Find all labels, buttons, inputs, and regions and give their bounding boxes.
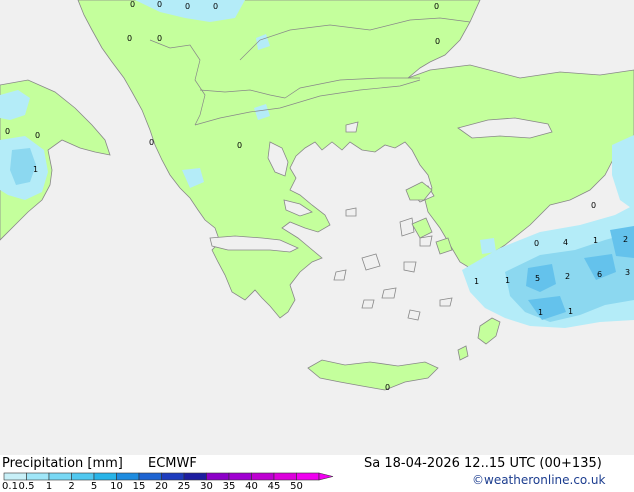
legend-swatch (228, 472, 252, 481)
map-panel: { "product": { "parameter": "Precipitati… (0, 0, 634, 492)
map-value-label: 2 (565, 272, 571, 281)
legend-swatch (93, 472, 117, 481)
legend-tick-label: 0.1 (2, 481, 18, 492)
legend-swatch (26, 472, 50, 481)
map-value-label: 0 (434, 2, 440, 11)
map-value-label: 0 (5, 127, 11, 136)
map-value-label: 0 (591, 201, 597, 210)
map-value-label: 5 (535, 274, 541, 283)
map-value-label: 0 (237, 141, 243, 150)
map-value-label: 0 (130, 0, 136, 9)
map-value-label: 0 (149, 138, 155, 147)
legend-tick-label: 2 (68, 481, 75, 492)
legend-swatch (71, 472, 95, 481)
legend-tick-label: 10 (110, 481, 123, 492)
map-value-label: 0 (435, 37, 441, 46)
legend-tick-label: 30 (200, 481, 213, 492)
legend-tick-label: 35 (222, 481, 236, 492)
legend-swatch (48, 472, 72, 481)
legend-tick-label: 50 (290, 481, 303, 492)
legend-tick-label: 45 (267, 481, 281, 492)
legend-tick-label: 1 (45, 481, 53, 492)
map-value-label: 2 (623, 235, 629, 244)
map-value-label: 1 (538, 308, 544, 317)
map-value-label: 0 (157, 0, 163, 9)
map-value-label: 0 (35, 131, 41, 140)
map-value-label: 0 (534, 239, 540, 248)
map-value-label: 1 (593, 236, 599, 245)
map-value-label: 4 (563, 238, 569, 247)
map-value-label: 1 (505, 276, 511, 285)
legend-swatch (296, 472, 320, 481)
map-value-label: 0 (213, 2, 219, 11)
map-value-label: 0 (127, 34, 133, 43)
legend-tick-label: 15 (132, 481, 146, 492)
legend-tick-label: 40 (245, 481, 258, 492)
map-value-label: 3 (625, 268, 631, 277)
legend-swatch (183, 472, 207, 481)
legend-arrow (318, 472, 334, 481)
legend-tick-label: 25 (177, 481, 191, 492)
legend-tick-label: 5 (90, 481, 98, 492)
legend-tick-label: 20 (155, 481, 168, 492)
legend-tick-label: 0.5 (18, 481, 35, 492)
legend-swatch (251, 472, 275, 481)
map-value-label: 1 (33, 165, 39, 174)
map-value-label: 1 (474, 277, 480, 286)
product-label: Precipitation [mm] (2, 456, 123, 471)
legend-swatch (138, 472, 162, 481)
valid-time-label: Sa 18-04-2026 12..15 UTC (00+135) (364, 456, 602, 471)
legend-swatch (116, 472, 140, 481)
model-label: ECMWF (148, 456, 197, 471)
map-value-label: 0 (157, 34, 163, 43)
legend-swatch (161, 472, 185, 481)
legend-swatch (206, 472, 230, 481)
precipitation-map (0, 0, 634, 455)
legend-swatch (3, 472, 27, 481)
map-value-label: 0 (185, 2, 191, 11)
map-value-label: 6 (597, 270, 603, 279)
map-value-label: 1 (568, 307, 574, 316)
map-value-label: 0 (385, 383, 391, 392)
legend-swatch (273, 472, 297, 481)
